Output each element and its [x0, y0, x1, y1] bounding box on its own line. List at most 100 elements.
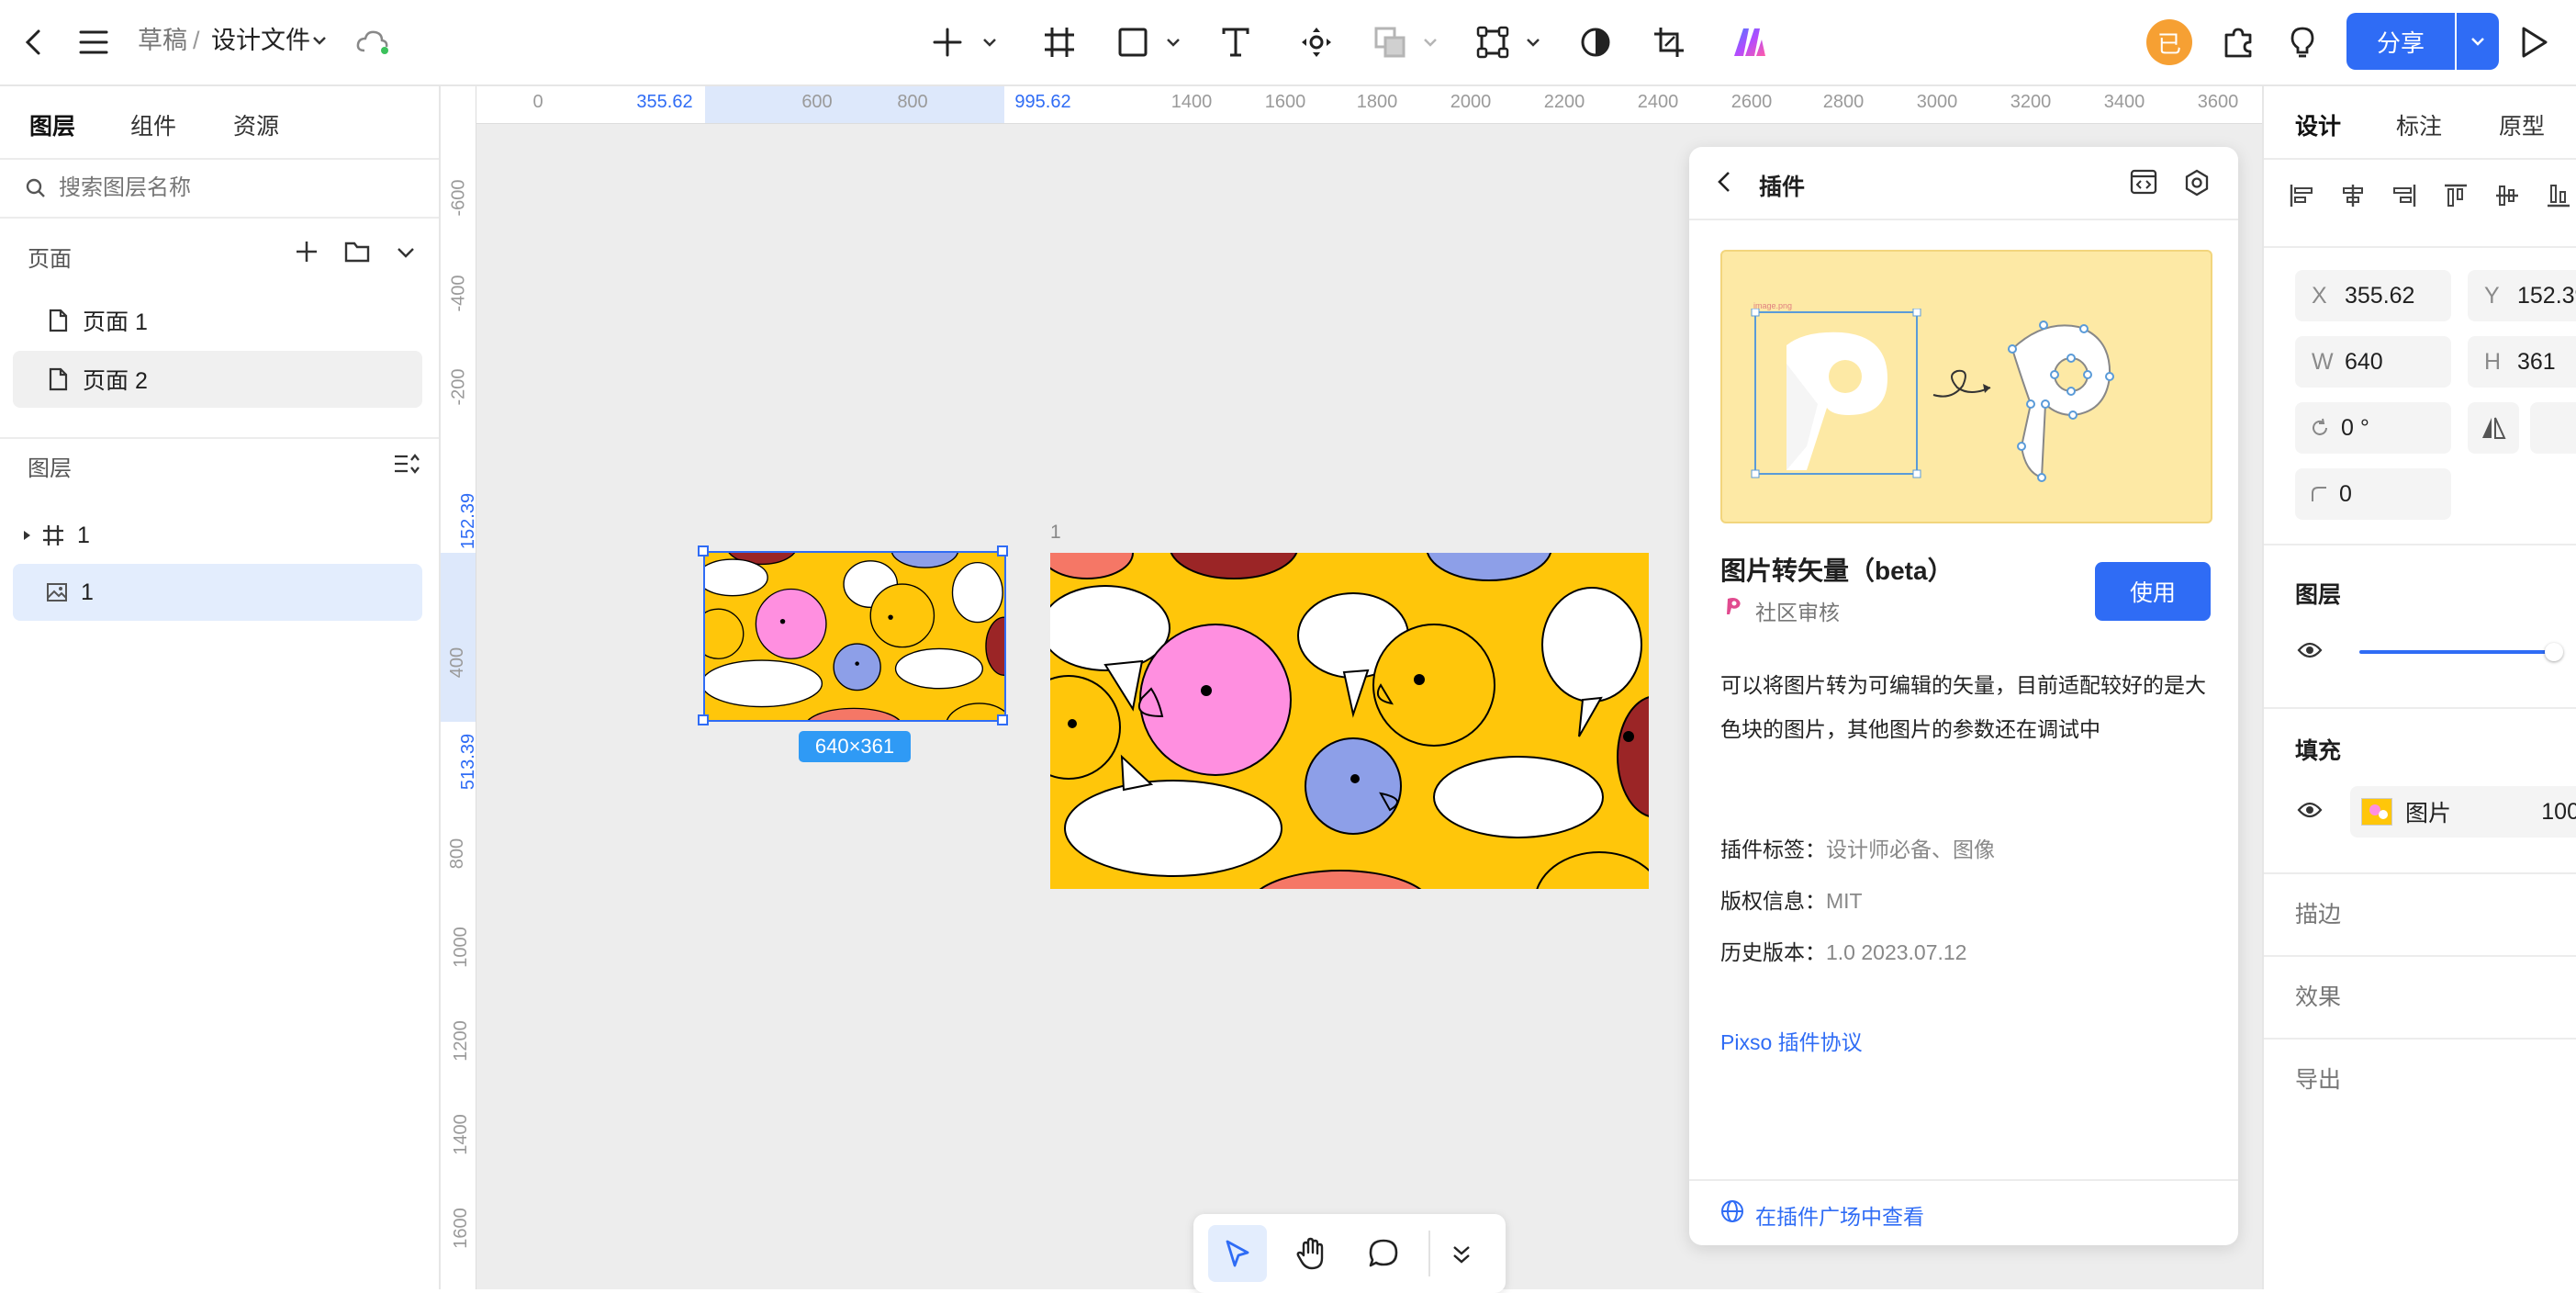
- corner-radius-field[interactable]: 0: [2295, 468, 2451, 520]
- tab-annotation[interactable]: 标注: [2396, 108, 2442, 141]
- crop-icon[interactable]: [1649, 22, 1689, 62]
- y-label: Y: [2484, 282, 2500, 309]
- flip-horizontal-button[interactable]: [2468, 402, 2519, 454]
- align-middle-vertical-icon[interactable]: [2493, 182, 2521, 209]
- y-position-field[interactable]: Y 152.39: [2468, 270, 2576, 321]
- resize-handle-bottom-left[interactable]: [698, 714, 709, 725]
- x-position-field[interactable]: X 355.62: [2295, 270, 2451, 321]
- chevron-down-icon[interactable]: [979, 31, 1001, 53]
- effect-section-title[interactable]: 效果: [2295, 979, 2341, 1012]
- align-center-horizontal-icon[interactable]: [2339, 182, 2367, 209]
- page-item-2[interactable]: 页面 2: [13, 351, 422, 408]
- eye-icon[interactable]: [2297, 641, 2324, 661]
- frame-icon: [43, 525, 63, 545]
- cloud-sync-icon: [354, 26, 391, 59]
- divider: [2264, 707, 2576, 709]
- tab-design[interactable]: 设计: [2295, 108, 2341, 141]
- add-icon[interactable]: [927, 22, 968, 62]
- meta-label: 插件标签：: [1720, 838, 1826, 861]
- tab-prototype[interactable]: 原型: [2499, 108, 2545, 141]
- ruler-tick: 800: [897, 92, 928, 112]
- corner-radius-icon: [2312, 487, 2326, 501]
- align-right-icon[interactable]: [2391, 182, 2418, 209]
- chevron-down-icon[interactable]: [1162, 31, 1184, 53]
- back-icon[interactable]: [17, 24, 53, 61]
- divider: [2264, 544, 2576, 545]
- chevron-down-icon: [1419, 31, 1441, 53]
- text-tool-icon[interactable]: [1215, 22, 1256, 62]
- share-button[interactable]: 分享: [2346, 13, 2455, 70]
- h-label: H: [2484, 348, 2502, 375]
- flip-vertical-button[interactable]: [2530, 402, 2576, 454]
- eye-icon[interactable]: [2297, 801, 2324, 821]
- caret-right-icon[interactable]: [20, 529, 33, 542]
- plugin-agreement-link[interactable]: Pixso 插件协议: [1720, 1025, 1863, 1056]
- plugin-panel: 插件 image.png 图片转矢量（beta） 社区审核 使用 可以将图片转为…: [1689, 147, 2238, 1245]
- plugin-icon[interactable]: [2220, 24, 2257, 61]
- divider: [2264, 955, 2576, 957]
- ruler-tick: 600: [801, 92, 833, 112]
- opacity-slider[interactable]: [2359, 650, 2552, 654]
- component-tool-icon[interactable]: [1296, 22, 1337, 62]
- align-top-icon[interactable]: [2442, 182, 2470, 209]
- code-window-icon[interactable]: [2130, 169, 2159, 197]
- opacity-slider-handle[interactable]: [2545, 643, 2563, 661]
- stroke-section-title[interactable]: 描边: [2295, 896, 2341, 929]
- meta-label: 历史版本：: [1720, 940, 1826, 964]
- rotation-field[interactable]: 0 °: [2295, 402, 2451, 454]
- menu-icon[interactable]: [75, 24, 112, 61]
- use-plugin-button[interactable]: 使用: [2095, 562, 2211, 621]
- more-tools-button[interactable]: [1443, 1236, 1480, 1273]
- folder-icon[interactable]: [343, 239, 373, 266]
- play-icon[interactable]: [2514, 22, 2554, 62]
- frame-label[interactable]: 1: [1050, 522, 1061, 544]
- tab-components[interactable]: 组件: [130, 108, 176, 141]
- move-tool-button[interactable]: [1208, 1225, 1267, 1282]
- layer-item-label: 1: [81, 579, 94, 605]
- comment-tool-button[interactable]: [1361, 1231, 1406, 1276]
- plugin-description: 可以将图片转为可编辑的矢量，目前适配较好的是大色块的图片，其他图片的参数还在调试…: [1720, 673, 2206, 741]
- resize-handle-bottom-right[interactable]: [997, 714, 1008, 725]
- view-in-plugin-store-link[interactable]: 在插件广场中查看: [1755, 1199, 1924, 1231]
- resize-handle-top-left[interactable]: [698, 545, 709, 557]
- chevron-down-icon[interactable]: [308, 29, 330, 51]
- export-section-title[interactable]: 导出: [2295, 1062, 2341, 1095]
- ai-logo-icon[interactable]: [1730, 22, 1770, 62]
- hand-tool-button[interactable]: [1289, 1231, 1335, 1276]
- divider: [0, 217, 439, 219]
- left-ruler: -600 -400 -200 152.39 400 513.39 800 100…: [441, 86, 478, 1289]
- frame-tool-icon[interactable]: [1039, 22, 1080, 62]
- frame-artwork[interactable]: [1050, 553, 1649, 889]
- pixso-logo-icon: [1722, 595, 1744, 617]
- breadcrumb-file[interactable]: 设计文件: [211, 24, 310, 57]
- layer-item-frame[interactable]: 1: [13, 507, 422, 564]
- fill-row[interactable]: 图片 100: [2350, 786, 2576, 838]
- align-bottom-icon[interactable]: [2545, 182, 2572, 209]
- breadcrumb-draft[interactable]: 草稿: [138, 24, 187, 57]
- vector-edit-icon[interactable]: [1473, 22, 1513, 62]
- resize-handle-top-right[interactable]: [997, 545, 1008, 557]
- layer-item-label: 1: [77, 522, 90, 548]
- tab-layers[interactable]: 图层: [29, 108, 75, 141]
- user-avatar[interactable]: 已: [2146, 19, 2192, 65]
- align-left-icon[interactable]: [2288, 182, 2315, 209]
- layer-search-input[interactable]: [57, 171, 409, 206]
- rectangle-tool-icon[interactable]: [1113, 22, 1153, 62]
- page-item-1[interactable]: 页面 1: [13, 292, 422, 349]
- lightbulb-icon[interactable]: [2284, 24, 2321, 61]
- collapse-pages-icon[interactable]: [395, 242, 419, 264]
- chevron-down-icon[interactable]: [1522, 31, 1544, 53]
- add-page-icon[interactable]: [294, 239, 321, 266]
- mask-icon[interactable]: [1575, 22, 1616, 62]
- layer-item-image[interactable]: 1: [13, 564, 422, 621]
- ruler-tick: -200: [448, 368, 469, 406]
- back-icon[interactable]: [1715, 169, 1737, 197]
- layer-sort-icon[interactable]: [393, 452, 420, 478]
- ruler-tick: 2400: [1637, 92, 1679, 112]
- height-field[interactable]: H 361: [2468, 336, 2576, 388]
- ruler-tick: 1000: [450, 927, 471, 968]
- settings-icon[interactable]: [2183, 169, 2212, 197]
- share-dropdown-button[interactable]: [2457, 13, 2499, 70]
- width-field[interactable]: W 640: [2295, 336, 2451, 388]
- tab-assets[interactable]: 资源: [233, 108, 279, 141]
